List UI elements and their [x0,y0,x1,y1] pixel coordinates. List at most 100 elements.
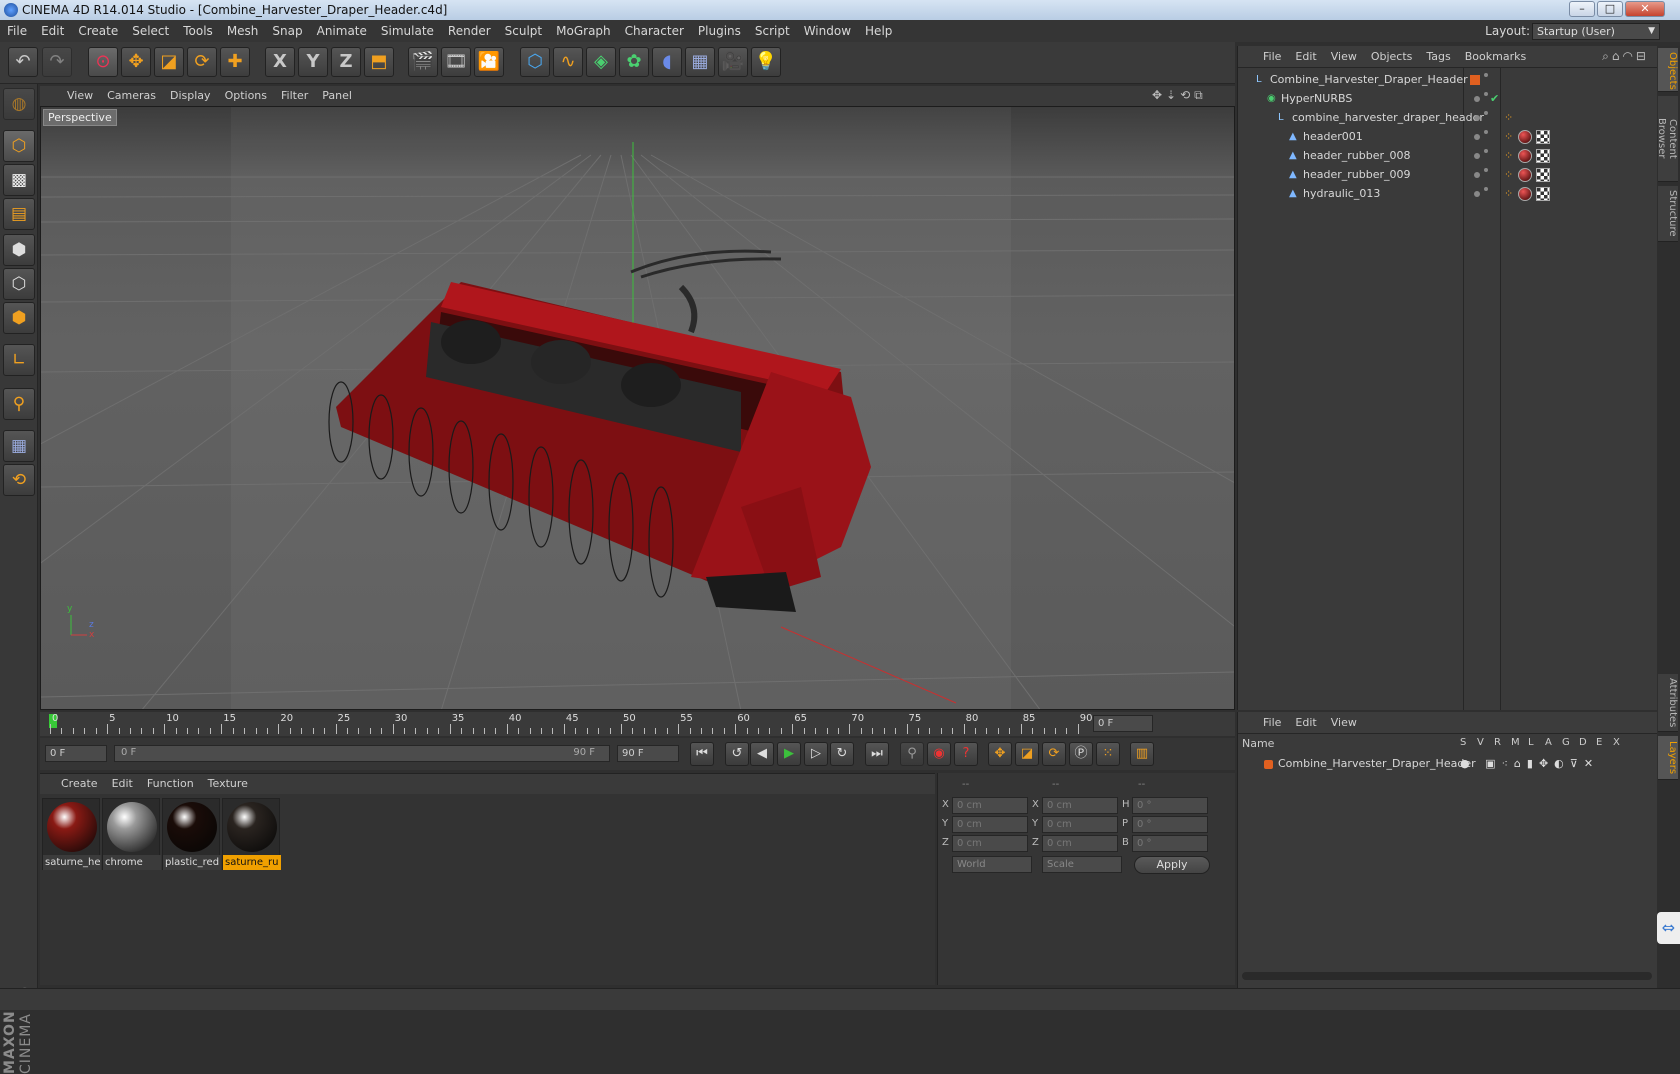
coord-value-field[interactable]: 0 cm [1042,816,1118,833]
texture-mode-icon[interactable]: ▩ [3,164,35,196]
object-row[interactable]: ▲ header_rubber_009 ⁘ [1238,165,1658,185]
editor-visibility-dot[interactable] [1474,191,1480,197]
side-tab-content-browser[interactable]: Content Browser [1656,96,1678,182]
coord-value-field[interactable]: 0 cm [1042,797,1118,814]
edges-mode-icon[interactable]: ⬡ [3,268,35,300]
material-menu-texture[interactable]: Texture [201,774,255,794]
menu-edit[interactable]: Edit [34,20,71,42]
material-menu-function[interactable]: Function [140,774,201,794]
material-swatch[interactable]: plastic_red [162,798,221,870]
current-frame-field[interactable]: 0 F [1093,715,1153,732]
menu-plugins[interactable]: Plugins [691,20,748,42]
object-row[interactable]: ▲ hydraulic_013 ⁘ [1238,184,1658,204]
maximize-button[interactable]: □ [1597,1,1623,17]
phong-tag-icon[interactable]: ⁘ [1504,184,1513,204]
coord-value-field[interactable]: 0 ° [1132,835,1208,852]
viewport-menu-view[interactable]: View [60,86,100,106]
phong-tag-icon[interactable]: ⁘ [1504,127,1513,147]
coord-value-field[interactable]: 0 ° [1132,816,1208,833]
light-icon[interactable]: 💡 [751,47,781,77]
cube-primitive-icon[interactable]: ⬡ [520,47,550,77]
search-icon[interactable]: ⌕⌂◠⊟ [1602,49,1649,64]
render-visibility-dot[interactable] [1484,168,1488,172]
viewport-menu-cameras[interactable]: Cameras [100,86,163,106]
render-visibility-dot[interactable] [1484,149,1488,153]
viewport-menu-display[interactable]: Display [163,86,218,106]
object-menu-tags[interactable]: Tags [1419,46,1457,68]
x-axis-lock-button[interactable]: X [265,47,295,77]
apply-button[interactable]: Apply [1134,856,1210,874]
points-mode-icon[interactable]: ⬢ [3,234,35,266]
close-button[interactable]: ✕ [1625,1,1665,17]
uvw-tag-icon[interactable] [1536,130,1550,144]
menu-tools[interactable]: Tools [176,20,220,42]
menu-render[interactable]: Render [441,20,498,42]
move-tool-icon[interactable]: ✥ [121,47,151,77]
uvw-tag-icon[interactable] [1536,187,1550,201]
object-row[interactable]: ▲ header001 ⁘ [1238,127,1658,147]
object-row[interactable]: L Combine_Harvester_Draper_Header [1238,70,1658,90]
object-row[interactable]: ▲ header_rubber_008 ⁘ [1238,146,1658,166]
next-frame-icon[interactable]: ▷ [804,742,828,766]
axis-mode-icon[interactable]: ∟ [3,344,35,376]
material-menu-create[interactable]: Create [54,774,105,794]
menu-snap[interactable]: Snap [265,20,309,42]
side-tab-attributes[interactable]: Attributes [1658,674,1678,732]
timeline-window-icon[interactable]: ▥ [1130,742,1154,766]
coord-value-field[interactable]: 0 cm [952,797,1028,814]
undo-icon[interactable]: ↶ [8,47,38,77]
material-tag-icon[interactable] [1518,149,1532,163]
layer-menu-edit[interactable]: Edit [1288,712,1323,734]
layer-column-v[interactable]: V [1477,737,1484,748]
object-menu-objects[interactable]: Objects [1364,46,1420,68]
layout-select[interactable]: Startup (User) ▼ [1532,23,1660,40]
coord-value-field[interactable]: 0 ° [1132,797,1208,814]
side-tab-layers[interactable]: Layers [1658,736,1678,780]
render-visibility-dot[interactable] [1484,130,1488,134]
scale-tool-icon[interactable]: ◪ [154,47,184,77]
menu-simulate[interactable]: Simulate [374,20,441,42]
preview-range-slider[interactable]: 0 F 90 F [114,745,610,762]
y-axis-lock-button[interactable]: Y [298,47,328,77]
layer-column-g[interactable]: G [1562,737,1570,748]
render-view-icon[interactable]: 🎬 [408,47,438,77]
material-tag-icon[interactable] [1518,187,1532,201]
z-axis-lock-button[interactable]: Z [331,47,361,77]
menu-select[interactable]: Select [125,20,176,42]
layer-column-s[interactable]: S [1460,737,1466,748]
editor-visibility-dot[interactable] [1474,134,1480,140]
current-time-field[interactable]: 0 F [45,745,107,762]
object-row[interactable]: Lcombine_harvester_draper_header ⁘ [1238,108,1658,128]
go-to-end-icon[interactable]: ⏭ [865,742,889,766]
object-menu-file[interactable]: File [1256,46,1288,68]
menu-sculpt[interactable]: Sculpt [498,20,549,42]
menu-file[interactable]: File [0,20,34,42]
key-rotation-icon[interactable]: ⟳ [1042,742,1066,766]
key-parameter-icon[interactable]: Ⓟ [1069,742,1093,766]
layer-column-m[interactable]: M [1511,737,1520,748]
workplane-mode-icon[interactable]: ▤ [3,198,35,230]
coordinate-mode-select[interactable]: World [952,856,1032,873]
enabled-check-icon[interactable]: ✔ [1490,89,1499,109]
key-scale-icon[interactable]: ◪ [1015,742,1039,766]
polygons-mode-icon[interactable]: ⬢ [3,302,35,334]
layer-column-r[interactable]: R [1494,737,1501,748]
phong-tag-icon[interactable]: ⁘ [1504,165,1513,185]
viewport-menu-filter[interactable]: Filter [274,86,315,106]
phong-tag-icon[interactable]: ⁘ [1504,146,1513,166]
editor-visibility-dot[interactable] [1474,96,1480,102]
layer-column-d[interactable]: D [1579,737,1587,748]
side-tab-objects[interactable]: Objects [1658,48,1678,92]
uvw-tag-icon[interactable] [1536,149,1550,163]
timeline-ruler[interactable]: 0 5 10 15 20 25 30 35 40 45 50 55 60 65 70 75 80 85 90 0 F [40,712,1235,736]
make-editable-icon[interactable]: ◍ [3,88,35,120]
record-active-objects-icon[interactable]: ◉ [927,742,951,766]
key-position-icon[interactable]: ✥ [988,742,1012,766]
redo-icon[interactable]: ↷ [42,47,72,77]
minimize-button[interactable]: – [1569,1,1595,17]
material-swatch[interactable]: saturne_ru [222,798,281,870]
coordinate-system-icon[interactable]: ⬒ [364,47,394,77]
previous-key-icon[interactable]: ↺ [725,742,749,766]
perspective-viewport[interactable]: y x z Perspective [40,106,1235,710]
layer-column-x[interactable]: X [1613,737,1620,748]
